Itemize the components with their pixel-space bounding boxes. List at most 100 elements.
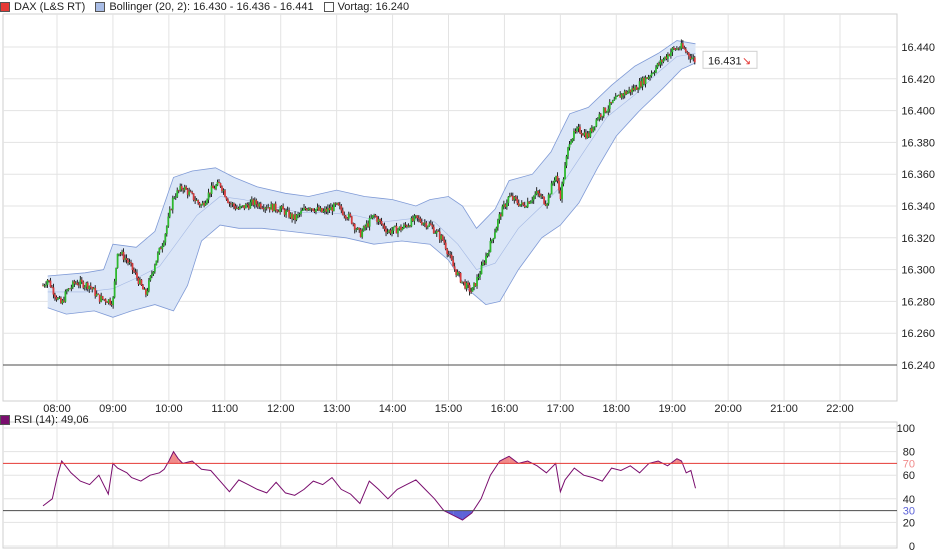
candle-body xyxy=(101,296,104,300)
candle-body xyxy=(218,181,220,184)
time-x-tick-label: 17:00 xyxy=(547,403,575,415)
candle-body xyxy=(131,263,134,271)
candle-body xyxy=(227,199,229,203)
chart-area: 16.431 ↘ 16.44016.42016.40016.38016.3601… xyxy=(2,13,935,553)
candle-body xyxy=(523,205,526,208)
candle-body xyxy=(322,210,325,213)
candle-body xyxy=(177,190,180,192)
candle-body xyxy=(505,202,508,207)
candle-body xyxy=(204,202,207,206)
price-y-axis: 16.440 16.420 16.400 16.380 16.360 16.340 16.3… xyxy=(901,42,935,372)
candle-body xyxy=(549,194,552,196)
rsi-y-tick-label: 60 xyxy=(903,470,915,482)
candle-body xyxy=(349,213,352,217)
candle-body xyxy=(77,284,80,286)
legend-label-dax: DAX (L&S RT) xyxy=(14,1,86,13)
rsi-legend-label: RSI (14): 49,06 xyxy=(14,414,89,426)
candle-body xyxy=(206,199,208,203)
time-x-tick-label: 11:00 xyxy=(211,403,238,415)
candle-body xyxy=(136,272,138,278)
candle-body xyxy=(626,91,629,94)
candle-body xyxy=(212,185,214,189)
rsi-y-tick-label: 80 xyxy=(903,447,915,459)
time-x-axis: 08:00 09:00 10:00 11:00 12:00 13:00 14:00 15:00… xyxy=(43,403,854,415)
time-x-tick-label: 10:00 xyxy=(155,403,183,415)
candle-body xyxy=(441,235,444,241)
candle-body xyxy=(561,183,563,200)
candle-body xyxy=(556,176,559,181)
legend-item-bollinger[interactable]: Bollinger (20, 2): 16.430 - 16.436 - 16.… xyxy=(95,1,314,13)
candle-body xyxy=(162,242,165,246)
candle-body xyxy=(479,274,481,278)
candle-body xyxy=(446,248,449,254)
candle-body xyxy=(83,286,86,288)
candle-body xyxy=(452,259,455,267)
legend-item-dax[interactable]: DAX (L&S RT) xyxy=(0,1,85,13)
candle-body xyxy=(149,275,152,281)
candle-body xyxy=(552,182,554,184)
legend-item-vortag[interactable]: Vortag: 16.240 xyxy=(323,1,409,13)
candle-body xyxy=(225,196,228,200)
candle-body xyxy=(416,215,419,219)
candle-body xyxy=(113,281,116,298)
candle-body xyxy=(391,230,393,234)
last-price-value: 16.431 xyxy=(708,55,742,67)
candle-body xyxy=(553,180,556,183)
candle-body xyxy=(382,224,384,226)
price-y-tick-label: 16.400 xyxy=(901,106,935,118)
candle-body xyxy=(180,185,183,190)
candle-body xyxy=(670,52,672,56)
candle-body xyxy=(344,215,347,219)
rsi-swatch-icon xyxy=(0,415,10,425)
candle-body xyxy=(547,194,550,204)
candle-body xyxy=(444,242,447,249)
candle-body xyxy=(125,258,128,261)
price-y-tick-label: 16.340 xyxy=(901,201,935,213)
candle-body xyxy=(534,194,537,197)
candle-body xyxy=(649,76,651,77)
candle-body xyxy=(616,95,619,97)
price-y-tick-label: 16.380 xyxy=(901,137,935,149)
time-x-tick-label: 18:00 xyxy=(603,403,631,415)
last-price-box: 16.431 ↘ xyxy=(702,50,758,69)
candle-body xyxy=(279,208,282,212)
candle-body xyxy=(153,265,156,272)
candle-body xyxy=(426,226,429,228)
candle-body xyxy=(514,196,517,199)
candle-body xyxy=(429,223,432,225)
candle-body xyxy=(140,279,143,286)
candle-body xyxy=(525,206,528,208)
candle-body xyxy=(274,203,277,211)
candle-body xyxy=(168,209,171,217)
candle-body xyxy=(133,270,135,272)
candle-body xyxy=(350,216,353,224)
time-x-tick-label: 21:00 xyxy=(770,403,798,415)
candle-body xyxy=(49,280,52,287)
candle-body xyxy=(353,223,356,230)
candle-body xyxy=(519,204,522,206)
candle-body xyxy=(476,277,478,287)
rsi-threshold-fills xyxy=(60,451,683,521)
rsi-legend[interactable]: RSI (14): 49,06 xyxy=(0,414,89,426)
time-x-tick-label: 12:00 xyxy=(267,403,295,415)
rsi-y-tick-label: 20 xyxy=(903,517,915,529)
rsi-y-tick-label: 100 xyxy=(897,423,915,435)
candle-body xyxy=(573,130,575,139)
candle-body xyxy=(601,116,604,118)
candle-body xyxy=(593,126,596,128)
candle-body xyxy=(477,277,480,278)
rsi-y-tick-label: 0 xyxy=(909,541,915,553)
candle-body xyxy=(562,179,565,184)
candle-body xyxy=(596,118,599,120)
candle-body xyxy=(215,185,217,190)
candle-body xyxy=(301,210,304,211)
candle-body xyxy=(652,73,654,74)
candle-body xyxy=(89,285,92,288)
candle-body xyxy=(459,272,462,283)
time-x-tick-label: 19:00 xyxy=(658,403,686,415)
candle-body xyxy=(116,253,119,268)
candle-body xyxy=(492,238,495,240)
candle-body xyxy=(567,147,569,157)
candle-body xyxy=(386,231,389,233)
candle-body xyxy=(684,49,687,52)
